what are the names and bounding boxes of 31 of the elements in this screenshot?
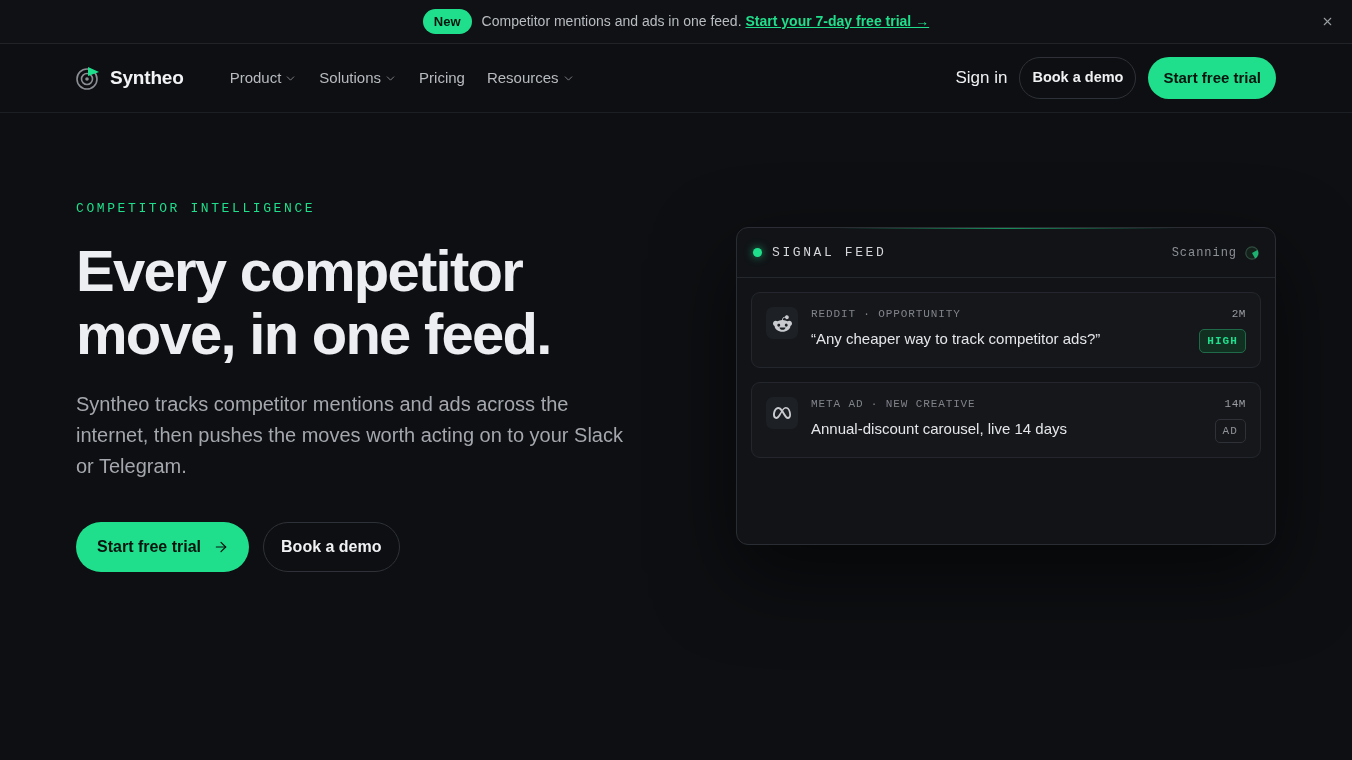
feed-title: SIGNAL FEED [772,243,887,262]
trial-link[interactable]: Start your 7-day free trial → [745,11,930,32]
progress-ring-icon [1245,245,1259,260]
announcement-text: Competitor mentions and ads in one feed. [481,12,742,31]
hero-description: Syntheo tracks competitor mentions and ads across the internet, then pushes the moves worth acting on to your Slack or Telegram. [76,392,624,479]
infinity-icon [766,397,798,429]
signal-item-card[interactable]: META AD · NEW CREATIVE Annual-discount carousel, live 14 days 14M AD [751,382,1261,458]
alien-face-icon [766,307,798,339]
scanning-status: Scanning [1171,244,1237,262]
signal-time: 14M [1224,397,1246,411]
start-trial-button[interactable]: Start free trial [1148,57,1276,99]
nav-menu-item[interactable]: Solutions [319,66,398,90]
new-badge: New [422,9,472,34]
signal-time: 2M [1231,307,1246,321]
hero-heading: Every competitor move, in one feed. [76,239,551,365]
nav-menu-item[interactable]: Resources [486,66,575,90]
signal-text: Annual-discount carousel, live 14 days [811,419,1067,439]
nav-menu-item[interactable]: Pricing [419,66,465,90]
signal-source: META AD · NEW CREATIVE [811,397,977,411]
signal-source: REDDIT · OPPORTUNITY [811,307,962,321]
brand-name: Syntheo [110,65,184,90]
priority-tag: HIGH [1199,329,1246,353]
priority-tag: AD [1214,419,1246,443]
start-trial-button[interactable]: Start free trial [76,522,250,572]
logo-icon [76,66,100,90]
signal-item-card[interactable]: REDDIT · OPPORTUNITY “Any cheaper way to track competitor ads?” 2M HIGH [751,292,1261,368]
nav-menu-item[interactable]: Product [229,66,298,90]
sign-in-link[interactable]: Sign in [955,65,1008,91]
signal-text: “Any cheaper way to track competitor ads?” [811,329,1101,349]
book-demo-button[interactable]: Book a demo [263,522,400,572]
eyebrow-label: COMPETITOR INTELLIGENCE [76,201,316,217]
